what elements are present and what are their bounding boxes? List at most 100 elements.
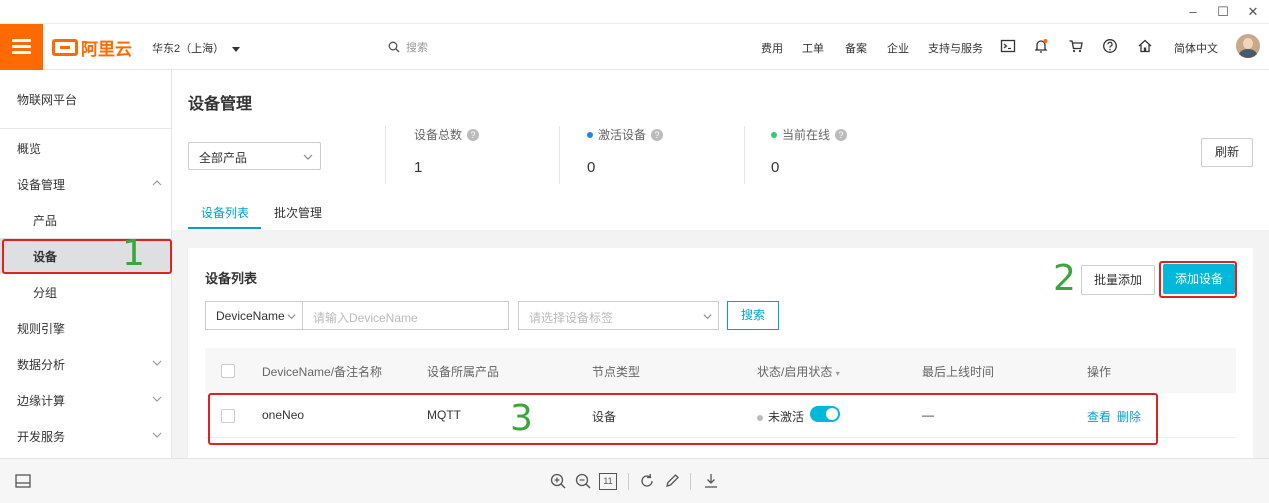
language-selector[interactable]: 简体中文 xyxy=(1174,40,1218,56)
logo-text: 阿里云 xyxy=(81,39,132,59)
zoom-in-icon[interactable] xyxy=(549,472,567,490)
stat-value: 0 xyxy=(771,159,780,176)
stat-divider xyxy=(385,126,386,184)
search-button[interactable]: 搜索 xyxy=(727,301,779,330)
annotation-number-3: 3 xyxy=(510,398,533,439)
table-header: DeviceName/备注名称 设备所属产品 节点类型 状态/启用状态 ▾ 最后… xyxy=(205,348,1236,393)
header-panel: 设备管理 全部产品 设备总数? 1 激活设备? 0 当前在线? 0 刷新 设备列… xyxy=(172,70,1269,230)
top-navigation: 阿里云 华东2（上海） 搜索 费用 工单 备案 企业 支持与服务 简体中文 xyxy=(0,24,1269,70)
help-icon[interactable]: ? xyxy=(651,128,664,141)
user-avatar[interactable] xyxy=(1236,34,1260,58)
terminal-icon[interactable] xyxy=(1000,38,1016,54)
nav-link-enterprise[interactable]: 企业 xyxy=(887,40,909,56)
stat-total-devices: 设备总数? 1 xyxy=(414,126,480,176)
home-icon[interactable] xyxy=(1137,38,1153,54)
nav-link-support[interactable]: 支持与服务 xyxy=(928,40,983,56)
device-name-input[interactable]: 请输入DeviceName xyxy=(303,301,509,330)
nav-link-filing[interactable]: 备案 xyxy=(845,40,867,56)
column-header-last-online: 最后上线时间 xyxy=(922,365,995,379)
caret-down-icon xyxy=(232,46,241,52)
download-icon[interactable] xyxy=(702,472,720,490)
select-all-checkbox[interactable] xyxy=(221,364,235,378)
annotation-number-2: 2 xyxy=(1053,258,1076,299)
refresh-button[interactable]: 刷新 xyxy=(1201,138,1253,167)
tab-batch-management[interactable]: 批次管理 xyxy=(274,204,322,221)
help-icon[interactable] xyxy=(1102,38,1118,54)
tab-device-list[interactable]: 设备列表 xyxy=(201,204,249,221)
stat-label: 设备总数 xyxy=(414,128,463,142)
close-button[interactable]: ✕ xyxy=(1244,3,1262,21)
page-title: 设备管理 xyxy=(188,96,253,113)
help-icon[interactable]: ? xyxy=(835,128,848,141)
rotate-icon[interactable] xyxy=(638,472,656,490)
stat-activated-devices: 激活设备? 0 xyxy=(587,126,664,176)
sidebar-divider xyxy=(0,128,171,129)
annotation-box-2 xyxy=(1159,261,1237,298)
sidebar-item-device-management[interactable]: 设备管理 xyxy=(0,166,171,202)
sidebar-item-label: 开发服务 xyxy=(17,430,66,444)
sidebar-item-data-analysis[interactable]: 数据分析 xyxy=(0,346,171,382)
chevron-down-icon xyxy=(152,360,162,366)
column-header-status-label: 状态/启用状态 xyxy=(757,365,833,379)
bell-icon[interactable] xyxy=(1033,38,1049,54)
stat-value: 0 xyxy=(587,159,596,176)
sidebar-item-label: 概览 xyxy=(17,142,42,156)
chevron-down-icon xyxy=(152,396,162,402)
device-tag-placeholder: 请选择设备标签 xyxy=(529,311,614,325)
aliyun-logo[interactable]: 阿里云 xyxy=(52,36,132,59)
aliyun-logo-mark-icon xyxy=(52,38,78,56)
toolbar-divider xyxy=(690,473,691,490)
zoom-out-icon[interactable] xyxy=(574,472,592,490)
hamburger-menu-icon[interactable] xyxy=(0,24,43,70)
nav-link-tickets[interactable]: 工单 xyxy=(802,40,824,56)
product-select[interactable]: 全部产品 xyxy=(188,142,321,170)
green-dot-icon xyxy=(771,131,777,138)
sidebar-item-label: 边缘计算 xyxy=(17,394,66,408)
active-tab-indicator xyxy=(188,227,261,229)
filter-type-select[interactable]: DeviceName xyxy=(205,301,303,330)
sidebar-item-label: 分组 xyxy=(33,286,58,300)
actual-size-icon[interactable]: 11 xyxy=(599,473,617,490)
product-select-value: 全部产品 xyxy=(199,151,248,165)
annotation-box-3 xyxy=(208,393,1158,445)
annotation-box-1 xyxy=(2,239,172,274)
chevron-down-icon xyxy=(703,314,712,320)
nav-link-fees[interactable]: 费用 xyxy=(761,40,783,56)
stat-value: 1 xyxy=(414,159,423,176)
stat-label: 激活设备 xyxy=(598,128,647,142)
chevron-down-icon xyxy=(287,314,296,320)
maximize-button[interactable]: ☐ xyxy=(1214,3,1232,21)
column-header-node-type: 节点类型 xyxy=(592,365,641,379)
column-header-status[interactable]: 状态/启用状态 ▾ xyxy=(757,363,840,380)
stat-online-devices: 当前在线? 0 xyxy=(771,126,848,176)
global-search[interactable]: 搜索 xyxy=(388,39,428,55)
sidebar-item-label: 数据分析 xyxy=(17,358,66,372)
toolbar-divider xyxy=(628,473,629,490)
sidebar-title: 物联网平台 xyxy=(17,93,78,107)
sidebar-item-products[interactable]: 产品 xyxy=(0,202,171,238)
cart-icon[interactable] xyxy=(1068,38,1084,54)
chevron-up-icon xyxy=(152,180,162,186)
minimize-button[interactable]: – xyxy=(1184,3,1202,21)
edit-pencil-icon[interactable] xyxy=(663,472,681,490)
help-icon[interactable]: ? xyxy=(467,128,480,141)
device-list-title: 设备列表 xyxy=(205,271,258,286)
stat-divider xyxy=(744,126,745,184)
column-header-actions: 操作 xyxy=(1087,365,1112,379)
sidebar-item-rules-engine[interactable]: 规则引擎 xyxy=(0,310,171,346)
sidebar-item-edge-computing[interactable]: 边缘计算 xyxy=(0,382,171,418)
sidebar-item-overview[interactable]: 概览 xyxy=(0,130,171,166)
window-titlebar: – ☐ ✕ xyxy=(0,0,1269,24)
sidebar-item-label: 设备管理 xyxy=(17,178,66,192)
blue-dot-icon xyxy=(587,131,593,138)
column-header-product: 设备所属产品 xyxy=(427,365,500,379)
search-placeholder: 搜索 xyxy=(406,42,428,54)
batch-add-button[interactable]: 批量添加 xyxy=(1081,265,1155,295)
device-tag-select[interactable]: 请选择设备标签 xyxy=(518,301,719,330)
sidebar-item-label: 规则引擎 xyxy=(17,322,66,336)
region-selector[interactable]: 华东2（上海） xyxy=(152,40,241,56)
sidebar-item-groups[interactable]: 分组 xyxy=(0,274,171,310)
sidebar-item-dev-services[interactable]: 开发服务 xyxy=(0,418,171,454)
panel-toggle-icon[interactable] xyxy=(14,472,32,490)
stat-divider xyxy=(559,126,560,184)
